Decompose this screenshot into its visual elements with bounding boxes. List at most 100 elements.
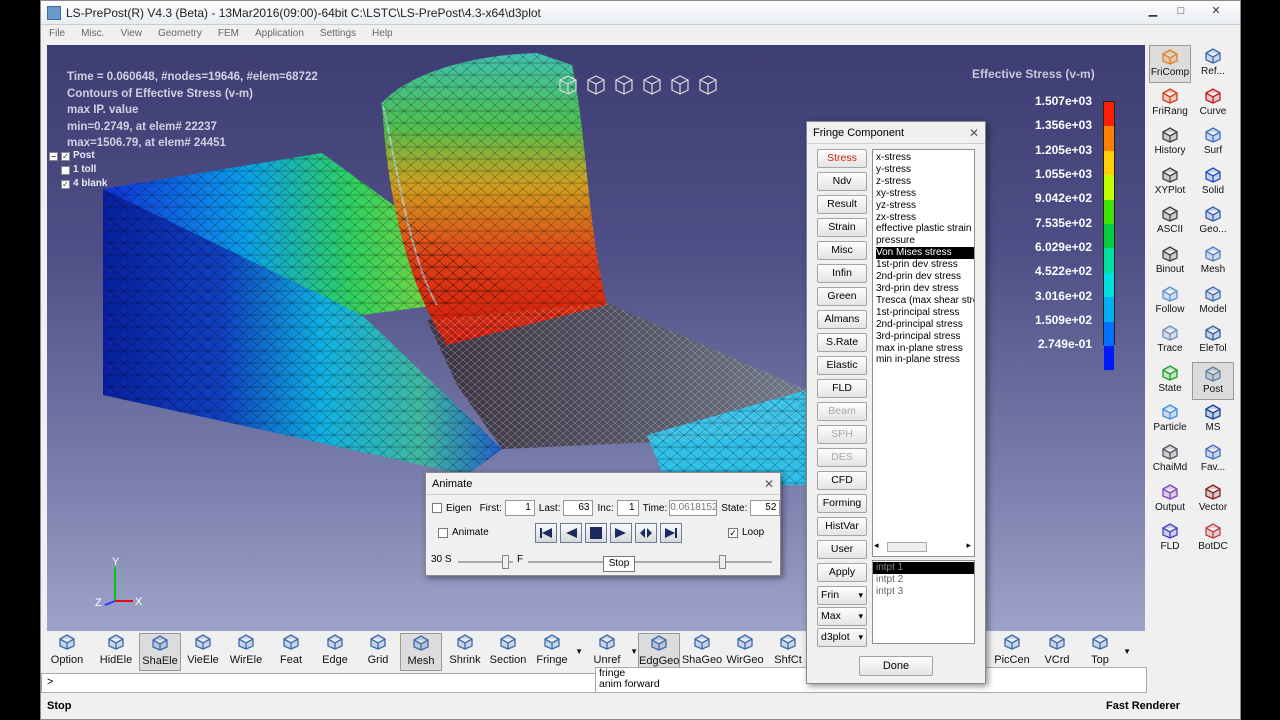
menu-file[interactable]: File: [41, 26, 73, 43]
animate-checkbox[interactable]: [438, 527, 448, 538]
toolbar-shrink-button[interactable]: Shrink: [444, 633, 486, 671]
first-field[interactable]: 1: [504, 500, 535, 516]
toolbar-option-button[interactable]: Option: [46, 633, 88, 671]
fringe-green-button[interactable]: Green: [817, 287, 867, 306]
toolbar-follow-button[interactable]: Follow: [1149, 283, 1191, 321]
toolbar-botdc-button[interactable]: BotDC: [1192, 520, 1234, 558]
last-frame-button[interactable]: [660, 523, 682, 543]
toolbar-model-button[interactable]: Model: [1192, 283, 1234, 321]
minimize-button[interactable]: ▁: [1140, 3, 1166, 20]
fringe-max-dropdown[interactable]: Max: [817, 607, 867, 626]
toolbar-curve-button[interactable]: Curve: [1192, 85, 1234, 123]
menu-geometry[interactable]: Geometry: [150, 26, 210, 43]
component-list-item[interactable]: 3rd-prin dev stress: [876, 283, 974, 295]
toolbar-binout-button[interactable]: Binout: [1149, 243, 1191, 281]
toolbar-state-button[interactable]: State: [1149, 362, 1191, 400]
dropdown-arrow-icon[interactable]: ▼: [575, 647, 583, 656]
menu-misc[interactable]: Misc.: [73, 26, 112, 43]
toolbar-ascii-button[interactable]: ASCII: [1149, 203, 1191, 241]
toolbar-trace-button[interactable]: Trace: [1149, 322, 1191, 360]
integration-point-item[interactable]: intpt 2: [873, 574, 974, 586]
fringe-ndv-button[interactable]: Ndv: [817, 172, 867, 191]
toolbar-fricomp-button[interactable]: FriComp: [1149, 45, 1191, 83]
menu-help[interactable]: Help: [364, 26, 401, 43]
close-button[interactable]: ✕: [1196, 3, 1236, 20]
toolbar-ms-button[interactable]: MS: [1192, 401, 1234, 439]
fringe-dialog-title[interactable]: Fringe Component ✕: [807, 122, 985, 144]
scroll-right-icon[interactable]: ▸: [966, 540, 971, 551]
toolbar-section-button[interactable]: Section: [487, 633, 529, 671]
integration-point-list[interactable]: intpt 1 intpt 2 intpt 3: [872, 560, 975, 644]
toolbar-fringe-button[interactable]: Fringe ▼: [531, 633, 583, 671]
tree-item-label[interactable]: 4 blank: [73, 177, 107, 191]
fringe-apply-button[interactable]: Apply: [817, 563, 867, 582]
toolbar-output-button[interactable]: Output: [1149, 481, 1191, 519]
toolbar-shfct-button[interactable]: ShfCt: [767, 633, 809, 671]
frame-slider-handle[interactable]: [719, 555, 726, 569]
toolbar-shageo-button[interactable]: ShaGeo: [681, 633, 723, 671]
component-list-item[interactable]: Tresca (max shear stress): [876, 295, 974, 307]
toolbar-wirele-button[interactable]: WirEle: [225, 633, 267, 671]
component-list-item[interactable]: 3rd-principal stress: [876, 331, 974, 343]
toolbar-surf-button[interactable]: Surf: [1192, 124, 1234, 162]
fringe-srate-button[interactable]: S.Rate: [817, 333, 867, 352]
menu-application[interactable]: Application: [247, 26, 312, 43]
menu-view[interactable]: View: [112, 26, 150, 43]
tree-item-checkbox[interactable]: [61, 165, 70, 175]
component-list-item[interactable]: x-stress: [876, 152, 974, 164]
tree-root-checkbox[interactable]: ✓: [61, 151, 70, 161]
dropdown-arrow-icon[interactable]: ▼: [1123, 647, 1131, 656]
toolbar-xyplot-button[interactable]: XYPlot: [1149, 164, 1191, 202]
toolbar-edggeo-button[interactable]: EdgGeo: [638, 633, 680, 671]
toolbar-mesh-button[interactable]: Mesh: [1192, 243, 1234, 281]
scroll-thumb[interactable]: [887, 542, 927, 552]
menu-settings[interactable]: Settings: [312, 26, 364, 43]
toolbar-chaimd-button[interactable]: ChaiMd: [1149, 441, 1191, 479]
view-cube-icon[interactable]: [585, 73, 607, 97]
component-list-item[interactable]: zx-stress: [876, 212, 974, 224]
first-frame-button[interactable]: [535, 523, 557, 543]
frame-slider[interactable]: [528, 555, 772, 569]
component-list-item[interactable]: 2nd-prin dev stress: [876, 271, 974, 283]
speed-slider-handle[interactable]: [502, 555, 509, 569]
component-list-item[interactable]: 1st-principal stress: [876, 307, 974, 319]
component-list-item[interactable]: z-stress: [876, 176, 974, 188]
fringe-cfd-button[interactable]: CFD: [817, 471, 867, 490]
component-list-scrollbar[interactable]: ◂ ▸: [872, 539, 975, 555]
toolbar-eletol-button[interactable]: EleTol: [1192, 322, 1234, 360]
fringe-d3plot-dropdown[interactable]: d3plot: [817, 628, 867, 647]
play-backward-button[interactable]: [560, 523, 582, 543]
fringe-almans-button[interactable]: Almans: [817, 310, 867, 329]
tree-item-label[interactable]: 1 toll: [73, 163, 96, 177]
tree-collapse-icon[interactable]: −: [49, 151, 58, 161]
toolbar-solid-button[interactable]: Solid: [1192, 164, 1234, 202]
toolbar-edge-button[interactable]: Edge: [314, 633, 356, 671]
toolbar-mesh-button[interactable]: Mesh: [400, 633, 442, 671]
toolbar-geo-button[interactable]: Geo...: [1192, 203, 1234, 241]
done-button[interactable]: Done: [859, 656, 933, 676]
toolbar-shaele-button[interactable]: ShaEle: [139, 633, 181, 671]
fringe-elastic-button[interactable]: Elastic: [817, 356, 867, 375]
toolbar-frirang-button[interactable]: FriRang: [1149, 85, 1191, 123]
view-cube-icon[interactable]: [557, 73, 579, 97]
dropdown-arrow-icon[interactable]: ▼: [630, 647, 638, 656]
speed-slider[interactable]: [458, 555, 513, 569]
state-field[interactable]: 52: [750, 500, 781, 516]
component-list-item[interactable]: Von Mises stress: [876, 247, 974, 260]
fringe-histvar-button[interactable]: HistVar: [817, 517, 867, 536]
view-cube-icon[interactable]: [613, 73, 635, 97]
fringe-result-button[interactable]: Result: [817, 195, 867, 214]
close-icon[interactable]: ✕: [764, 473, 774, 495]
component-list[interactable]: x-stress y-stress z-stress xy-stress yz-stre…: [872, 149, 975, 557]
toolbar-top-button[interactable]: Top ▼: [1079, 633, 1131, 671]
fringe-infin-button[interactable]: Infin: [817, 264, 867, 283]
inc-field[interactable]: 1: [616, 500, 639, 516]
menu-fem[interactable]: FEM: [210, 26, 247, 43]
toolbar-ref-button[interactable]: Ref...: [1192, 45, 1234, 83]
fringe-user-button[interactable]: User: [817, 540, 867, 559]
play-forward-button[interactable]: [610, 523, 632, 543]
toolbar-feat-button[interactable]: Feat: [270, 633, 312, 671]
toolbar-grid-button[interactable]: Grid: [357, 633, 399, 671]
component-list-item[interactable]: xy-stress: [876, 188, 974, 200]
toolbar-fav-button[interactable]: Fav...: [1192, 441, 1234, 479]
